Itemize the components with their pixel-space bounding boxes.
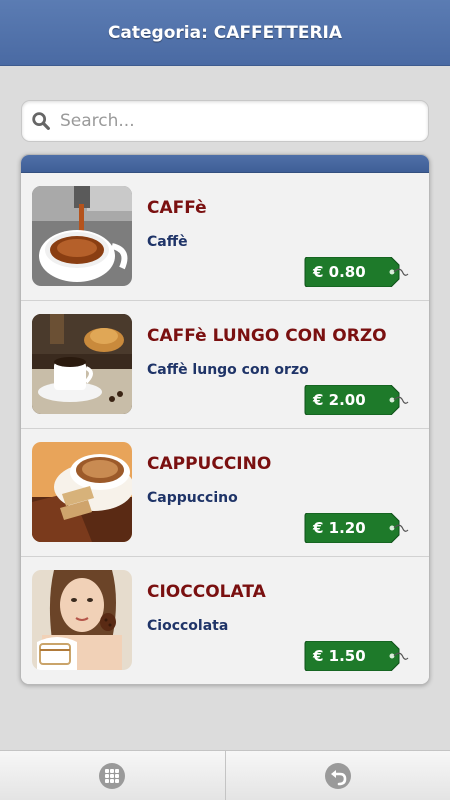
price-tag: € 0.80 [303, 257, 409, 287]
item-description: Cioccolata [147, 618, 229, 634]
back-button[interactable] [226, 751, 450, 800]
price-label: € 1.20 [313, 519, 366, 537]
price-tag: € 1.20 [303, 513, 409, 543]
price-label: € 1.50 [313, 647, 366, 665]
list-item[interactable]: CAFFè Caffè € 0.80 [21, 173, 429, 301]
coffee-and-croissant-image [32, 314, 132, 414]
item-title: CAFFè LUNGO CON ORZO [147, 326, 387, 346]
search-icon [32, 112, 50, 130]
grid-icon [99, 762, 126, 789]
woman-with-chocolate-image [32, 570, 132, 670]
price-label: € 0.80 [313, 263, 366, 281]
item-description: Caffè [147, 234, 188, 250]
price-tag: € 2.00 [303, 385, 409, 415]
search-bar[interactable] [21, 100, 429, 142]
back-arrow-icon [324, 762, 351, 789]
price-tag: € 1.50 [303, 641, 409, 671]
list-item[interactable]: CAFFè LUNGO CON ORZO Caffè lungo con orz… [21, 301, 429, 429]
item-title: CIOCCOLATA [147, 582, 266, 602]
app-header: Categoria: CAFFETTERIA [0, 0, 450, 66]
search-input[interactable] [60, 111, 428, 131]
item-description: Caffè lungo con orzo [147, 362, 309, 378]
item-description: Cappuccino [147, 490, 238, 506]
cappuccino-and-biscotti-image [32, 442, 132, 542]
price-label: € 2.00 [313, 391, 366, 409]
list-item[interactable]: CIOCCOLATA Cioccolata € 1.50 [21, 557, 429, 684]
footer-toolbar [0, 750, 450, 800]
item-title: CAPPUCCINO [147, 454, 272, 474]
page-title: Categoria: CAFFETTERIA [107, 22, 343, 43]
list-item[interactable]: CAPPUCCINO Cappuccino € 1.20 [21, 429, 429, 557]
item-title: CAFFè [147, 198, 207, 218]
grid-menu-button[interactable] [0, 751, 226, 800]
list-header-bar [21, 155, 429, 173]
espresso-cup-image [32, 186, 132, 286]
product-list: CAFFè Caffè € 0.80 CAFFè LUNGO CON ORZO … [20, 154, 430, 685]
